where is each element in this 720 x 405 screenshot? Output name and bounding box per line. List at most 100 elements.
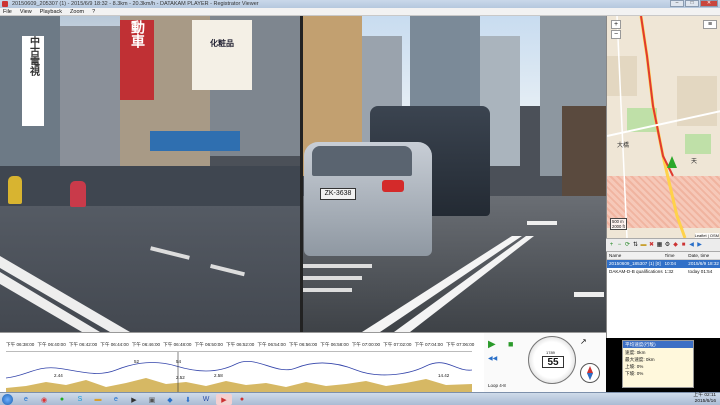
lane-markings-left <box>0 246 245 332</box>
minus-icon[interactable]: − <box>616 242 623 249</box>
timeline-tick: 下午 06:56:00 <box>288 342 318 347</box>
scooter-rider <box>8 176 22 204</box>
timeline-tick: 下午 06:44:00 <box>100 342 129 347</box>
player-icon[interactable]: ▶ <box>216 394 232 405</box>
file-row[interactable]: 20150609_185307 (1) [0] 10:04 2015/6/9 1… <box>607 260 720 268</box>
menu-view[interactable]: View <box>20 8 32 15</box>
sort-icon[interactable]: ⇅ <box>632 242 639 249</box>
line-icon[interactable]: ● <box>54 394 70 405</box>
system-clock[interactable]: 上午 02:11 2015/6/16 <box>693 393 716 405</box>
timeline-tick: 下午 06:50:00 <box>194 342 223 347</box>
close-button[interactable]: ✕ <box>700 0 718 7</box>
file-name: 20150609_185307 (1) [0] <box>609 261 661 266</box>
title-bar: 20150609_205307 (1) - 2015/6/9 18:32 - 8… <box>0 0 720 8</box>
zoom-out-button[interactable]: − <box>611 30 621 39</box>
file-date: 2015/6/9 18:32 <box>688 261 719 266</box>
map-panel[interactable]: + − ≡ 大橋 天 500 m 2000 ft Leaflet | OSM <box>606 16 720 238</box>
column-name[interactable]: Name <box>607 252 665 259</box>
delete-icon[interactable]: ✖ <box>648 242 655 249</box>
sign-text: 中古電視 <box>27 36 39 76</box>
sign-text: 化粧品 <box>210 39 234 48</box>
refresh-icon[interactable]: ⟳ <box>624 242 631 249</box>
scooter-rider <box>70 181 86 207</box>
timeline-tick: 下午 06:54:00 <box>257 342 286 347</box>
truck <box>562 106 606 196</box>
menu-help[interactable]: ? <box>92 8 95 15</box>
stop-button[interactable]: ■ <box>508 339 513 349</box>
rewind-button[interactable]: ◀◀ <box>488 355 497 362</box>
file-duration: 1:32 <box>664 269 674 274</box>
zoom-in-button[interactable]: + <box>611 20 621 29</box>
timeline-tick: 下午 06:52:00 <box>226 342 255 347</box>
film-icon[interactable]: ▦ <box>656 242 663 249</box>
scale-imperial: 2000 ft <box>612 224 625 229</box>
direction-icon: ↗ <box>580 337 587 346</box>
playback-controls: ▶ ■ ◀◀ Loop 4-8 1789 55 ↗ <box>484 332 606 392</box>
app-icon[interactable]: ◆ <box>162 394 178 405</box>
sensor-row: 上坡: 0% <box>625 364 644 369</box>
windows-icon[interactable] <box>2 394 13 405</box>
file-date: today 01:54 <box>688 269 713 274</box>
maximize-button[interactable]: □ <box>685 0 699 7</box>
graph-marker: 2.52 <box>176 375 185 380</box>
sensor-row: 速度: 0km <box>625 350 646 355</box>
shop-sign: 動車 <box>120 20 154 100</box>
skype-icon[interactable]: S <box>72 394 88 405</box>
timeline-ruler[interactable]: 下午 06:38:00 下午 06:40:00 下午 06:42:00 下午 06:4… <box>6 333 482 351</box>
word-icon[interactable]: W <box>198 394 214 405</box>
menu-file[interactable]: File <box>3 8 12 15</box>
record-icon[interactable]: ● <box>234 394 250 405</box>
video-frame[interactable]: 中古電視 動車 化粧品 ZK-3638 <box>0 16 606 332</box>
photo-icon[interactable]: ▣ <box>144 394 160 405</box>
download-icon[interactable]: ⬇ <box>180 394 196 405</box>
odometer: 1789 <box>546 350 555 355</box>
file-list: Name Time Date, time 20150609_185307 (1)… <box>606 252 720 338</box>
file-name: DAKAM-D-B qualifications <box>609 269 663 274</box>
ie-icon[interactable]: e <box>18 394 34 405</box>
sensor-row: 最大速度: 0km <box>625 357 655 362</box>
chrome-icon[interactable]: ◉ <box>36 394 52 405</box>
file-row[interactable]: DAKAM-D-B qualifications 1:32 today 01:5… <box>607 268 720 276</box>
minimize-button[interactable]: – <box>670 0 684 7</box>
explorer-icon[interactable]: e <box>108 394 124 405</box>
layers-icon[interactable]: ≡ <box>703 20 717 29</box>
folder-icon[interactable]: ▬ <box>640 242 647 249</box>
window-controls: – □ ✕ <box>670 0 718 8</box>
media-icon[interactable]: ▶ <box>126 394 142 405</box>
back-icon[interactable]: ◀ <box>688 242 695 249</box>
tail-light <box>382 180 404 192</box>
timeline-tick: 下午 06:40:00 <box>37 342 66 347</box>
export-icon[interactable]: ■ <box>680 242 687 249</box>
graph-marker: 52 <box>134 359 140 364</box>
sensor-row: 下坡: 0% <box>625 371 644 376</box>
map-toolbar: + − ⟳ ⇅ ▬ ✖ ▦ ⚙ ◆ ■ ◀ ▶ <box>606 238 720 252</box>
timeline-tick: 下午 07:00:00 <box>351 342 381 347</box>
menu-zoom[interactable]: Zoom <box>70 8 84 15</box>
forward-icon[interactable]: ▶ <box>696 242 703 249</box>
map-label: 天 <box>691 159 698 165</box>
rear-window <box>312 146 412 176</box>
taskbar: e ◉ ● S ▬ e ▶ ▣ ◆ ⬇ W ▶ ● 上午 02:11 2015/… <box>0 392 720 405</box>
file-duration: 10:04 <box>664 261 677 266</box>
timeline-tick: 下午 07:04:00 <box>414 342 443 347</box>
info-icon[interactable]: ◆ <box>672 242 679 249</box>
speed-readout: 55 <box>542 356 564 368</box>
menu-playback[interactable]: Playback <box>40 8 62 15</box>
timeline-tick: 下午 06:58:00 <box>320 342 349 347</box>
column-time[interactable]: Time <box>665 252 689 259</box>
column-date[interactable]: Date, time <box>688 252 720 259</box>
app-icon <box>2 1 8 7</box>
graph-marker: 54 <box>176 359 182 364</box>
speedometer: 1789 55 <box>528 336 576 384</box>
folder-icon[interactable]: ▬ <box>90 394 106 405</box>
play-button[interactable]: ▶ <box>488 339 496 350</box>
plus-icon[interactable]: + <box>608 242 615 249</box>
speed-graph[interactable] <box>6 351 472 393</box>
sensor-header: 平均速度(行駛) <box>623 341 693 348</box>
settings-icon[interactable]: ⚙ <box>664 242 671 249</box>
loop-label[interactable]: Loop 4-8 <box>488 383 506 388</box>
timeline-tick: 下午 06:42:00 <box>68 342 98 347</box>
route-line <box>607 16 720 238</box>
sign-text: 動車 <box>129 20 145 48</box>
timeline-panel[interactable]: 下午 06:38:00 下午 06:40:00 下午 06:42:00 下午 06:4… <box>0 332 484 393</box>
